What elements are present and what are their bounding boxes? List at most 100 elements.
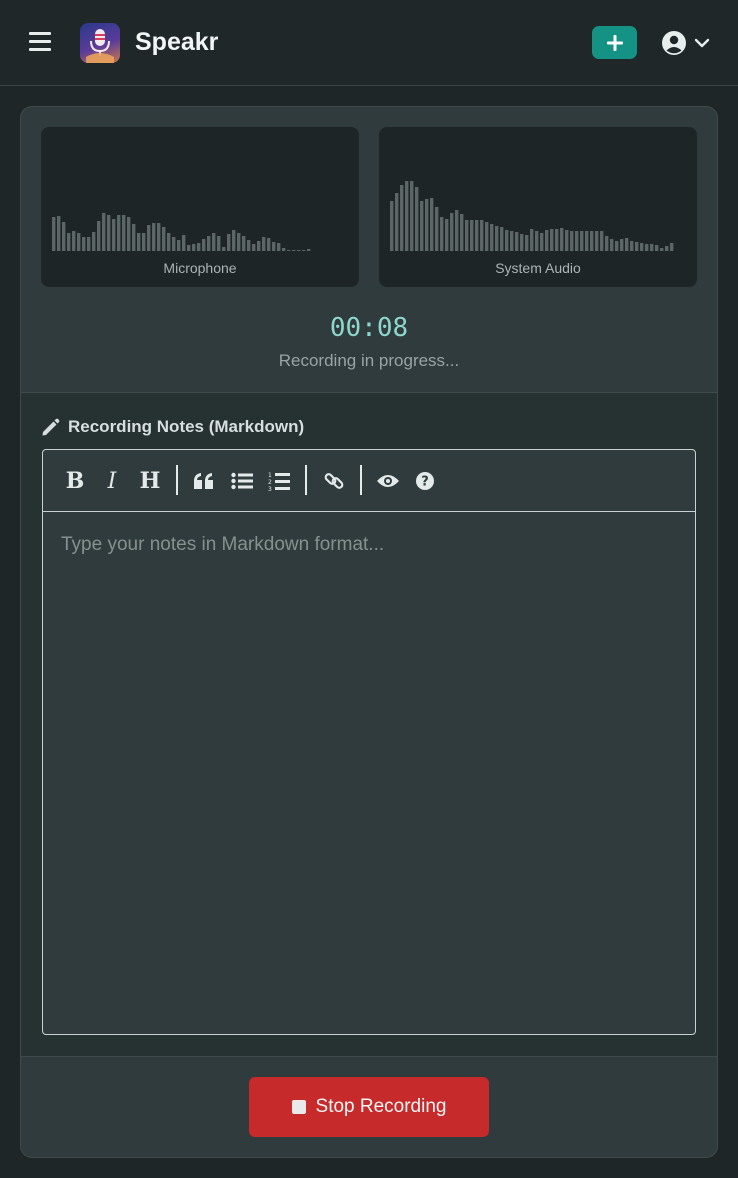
recording-status: Recording in progress...	[278, 351, 460, 370]
waveform-bar	[137, 233, 141, 251]
waveform-bar	[82, 237, 86, 251]
eye-icon	[377, 475, 399, 487]
heading-icon: H	[139, 468, 161, 494]
waveform-bar	[257, 241, 261, 251]
waveform-bar	[620, 239, 624, 251]
waveform-bar	[147, 225, 151, 251]
waveform-bar	[400, 185, 404, 251]
waveform-bar	[490, 224, 494, 251]
waveform-bar	[297, 250, 301, 251]
waveform-bar	[430, 198, 434, 251]
waveform-bar	[177, 240, 181, 251]
waveform-bar	[112, 219, 116, 251]
unordered-list-button[interactable]	[227, 466, 257, 496]
italic-button[interactable]: I	[97, 466, 127, 496]
waveform-bar	[410, 181, 414, 251]
waveform-bar	[92, 232, 96, 251]
editor-toolbar: B I H 1 2 3 ?	[43, 450, 695, 512]
waveform-bar	[212, 233, 216, 251]
waveform-bar	[72, 231, 76, 251]
waveform-bar	[495, 226, 499, 251]
waveform-bar	[630, 241, 634, 251]
waveform-bar	[122, 215, 126, 251]
link-button[interactable]	[319, 466, 349, 496]
waveform-bar	[555, 229, 559, 251]
bold-button[interactable]: B	[60, 466, 90, 496]
waveform-bar	[97, 221, 101, 251]
waveform-bar	[575, 231, 579, 251]
system-audio-visualizer: System Audio	[379, 127, 697, 287]
waveform-bar	[670, 243, 674, 251]
preview-button[interactable]	[373, 466, 403, 496]
markdown-guide-button[interactable]: ?	[410, 466, 440, 496]
app-logo	[80, 23, 120, 63]
waveform-bar	[635, 242, 639, 251]
waveform-bar	[540, 233, 544, 251]
waveform-bar	[222, 247, 226, 251]
waveform-bar	[87, 237, 91, 251]
waveform-bar	[520, 234, 524, 251]
notes-label: Recording Notes (Markdown)	[68, 417, 305, 436]
waveform-bar	[102, 213, 106, 251]
waveform-bar	[470, 220, 474, 251]
markdown-editor: B I H 1 2 3 ? Type your notes in Markdow…	[42, 449, 696, 1035]
waveform-bar	[665, 246, 669, 251]
waveform-bar	[645, 244, 649, 251]
waveform-bar	[565, 230, 569, 251]
list-ol-icon: 1 2 3	[268, 472, 290, 491]
waveform-bar	[465, 220, 469, 251]
waveform-bar	[480, 220, 484, 251]
waveform-bar	[445, 219, 449, 251]
waveform-bar	[610, 239, 614, 251]
waveform-bar	[585, 231, 589, 251]
waveform-bar	[167, 233, 171, 251]
waveform-bar	[237, 233, 241, 251]
waveform-bar	[420, 201, 424, 251]
microphone-label: Microphone	[163, 260, 237, 276]
waveform-bar	[232, 230, 236, 251]
waveform-bar	[500, 227, 504, 251]
waveform-bar	[390, 201, 394, 251]
waveform-bar	[267, 238, 271, 251]
top-bar: Speakr	[0, 0, 738, 86]
waveform-bar	[450, 213, 454, 251]
waveform-bar	[277, 243, 281, 251]
svg-text:?: ?	[421, 475, 429, 490]
menu-icon[interactable]	[29, 32, 51, 52]
system-audio-waveform	[390, 181, 674, 251]
new-recording-button[interactable]	[592, 26, 637, 59]
microphone-visualizer: Microphone	[41, 127, 359, 287]
heading-button[interactable]: H	[135, 466, 165, 496]
waveform-bar	[262, 237, 266, 251]
notes-textarea[interactable]: Type your notes in Markdown format...	[43, 512, 695, 1034]
waveform-bar	[162, 227, 166, 251]
waveform-bar	[415, 187, 419, 251]
waveform-bar	[535, 231, 539, 251]
user-menu-button[interactable]	[661, 29, 711, 57]
waveform-bar	[117, 215, 121, 251]
ordered-list-button[interactable]: 1 2 3	[264, 466, 294, 496]
waveform-bar	[515, 232, 519, 251]
waveform-bar	[227, 234, 231, 251]
stop-recording-button[interactable]: Stop Recording	[249, 1077, 489, 1137]
waveform-bar	[475, 220, 479, 251]
waveform-bar	[425, 199, 429, 251]
waveform-bar	[172, 237, 176, 251]
microphone-waveform	[52, 213, 311, 251]
quote-icon	[194, 473, 213, 489]
waveform-bar	[640, 243, 644, 251]
app-title: Speakr	[135, 28, 219, 56]
waveform-bar	[435, 207, 439, 251]
waveform-bar	[157, 223, 161, 251]
quote-button[interactable]	[189, 466, 219, 496]
italic-icon: I	[107, 468, 117, 494]
question-circle-icon: ?	[416, 472, 434, 490]
waveform-bar	[395, 193, 399, 251]
waveform-bar	[405, 181, 409, 251]
waveform-bar	[440, 217, 444, 251]
waveform-bar	[600, 231, 604, 251]
waveform-bar	[625, 238, 629, 251]
system-audio-label: System Audio	[495, 260, 581, 276]
recording-card: Microphone System Audio 00:08 Recording …	[20, 106, 718, 1158]
waveform-bar	[107, 215, 111, 251]
